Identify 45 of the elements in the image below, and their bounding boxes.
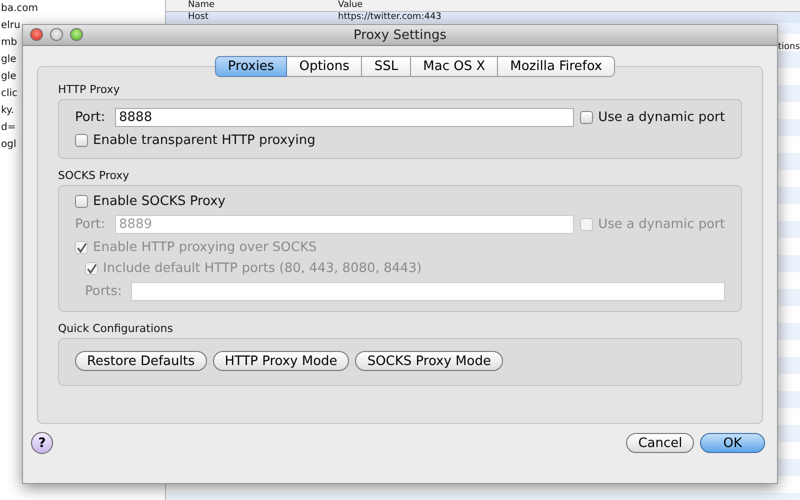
column-header: Name xyxy=(187,0,216,11)
window-title: Proxy Settings xyxy=(353,28,447,42)
checkbox-label: Enable transparent HTTP proxying xyxy=(93,133,316,148)
list-item: ogl xyxy=(0,138,16,152)
port-field[interactable]: 8888 xyxy=(115,108,574,127)
push-button[interactable]: Restore Defaults xyxy=(75,351,207,371)
field-label: Ports: xyxy=(85,284,123,299)
table-cell-text: https://twitter.com:443 xyxy=(338,12,442,23)
table-cell-text: Host xyxy=(187,12,210,23)
zoom-button[interactable] xyxy=(70,28,83,41)
list-item: clic xyxy=(0,87,18,101)
checkbox-label: Include default HTTP ports (80, 443, 8080, 8443) xyxy=(103,261,422,276)
group-title: HTTP Proxy xyxy=(58,83,121,96)
help-button[interactable]: ? xyxy=(31,432,53,454)
checkbox[interactable] xyxy=(75,195,88,208)
checkbox-label: Use a dynamic port xyxy=(598,110,725,125)
tab[interactable]: SSL xyxy=(362,56,412,77)
push-button[interactable]: Cancel xyxy=(626,433,694,453)
minimize-button[interactable] xyxy=(50,28,63,41)
checkbox-label: Use a dynamic port xyxy=(598,217,725,232)
table-cell: tions xyxy=(778,42,800,52)
tab[interactable]: Mac OS X xyxy=(411,56,498,77)
push-button[interactable]: HTTP Proxy Mode xyxy=(212,351,350,371)
field-label: Port: xyxy=(75,217,106,232)
checkbox-label: Enable HTTP proxying over SOCKS xyxy=(93,240,317,255)
field-label: Port: xyxy=(75,110,106,125)
list-item: ky. xyxy=(0,104,14,118)
list-item: gle xyxy=(0,53,16,67)
list-item: elru xyxy=(0,19,20,33)
list-item: d= xyxy=(0,121,16,135)
checkbox[interactable] xyxy=(580,111,594,124)
push-button[interactable]: SOCKS Proxy Mode xyxy=(355,351,503,371)
push-button[interactable]: OK xyxy=(700,433,765,453)
list-item: ba.com xyxy=(0,2,38,16)
group-title: Quick Configurations xyxy=(58,322,174,335)
checkbox-label: Enable SOCKS Proxy xyxy=(93,194,226,209)
list-item: mb xyxy=(0,36,18,50)
group-title: SOCKS Proxy xyxy=(58,169,130,182)
column-header: Value xyxy=(338,0,364,11)
close-button[interactable] xyxy=(30,28,43,41)
tab[interactable]: Mozilla Firefox xyxy=(498,56,616,77)
tab[interactable]: Proxies xyxy=(214,56,288,77)
checkbox[interactable] xyxy=(75,134,88,147)
list-item: gle xyxy=(0,70,16,84)
tab[interactable]: Options xyxy=(287,56,362,77)
